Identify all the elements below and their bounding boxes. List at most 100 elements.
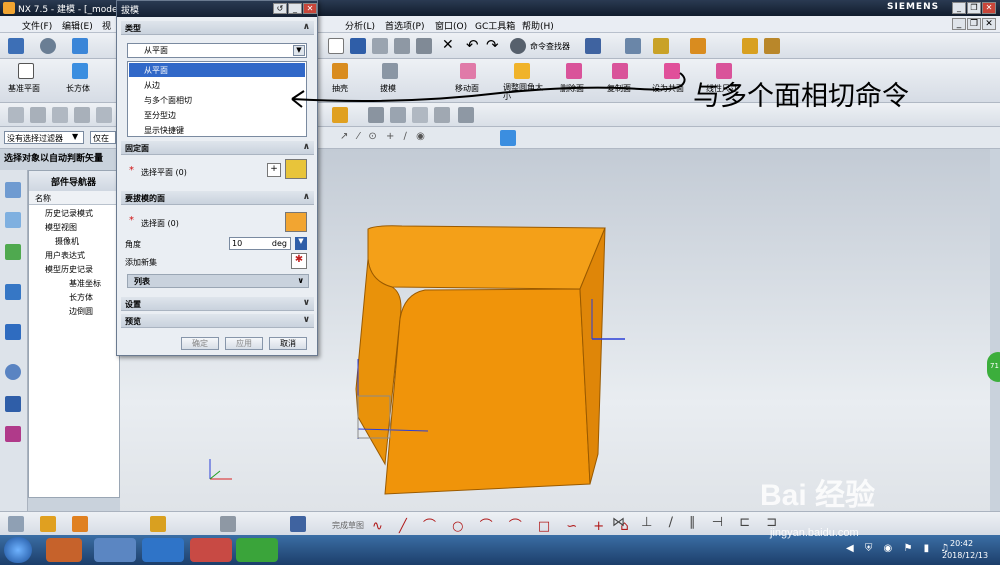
nav-row-model-history[interactable]: 模型历史记录 [45,264,93,275]
start-icon[interactable] [8,38,24,54]
delete-icon[interactable]: ✕ [442,37,454,53]
dialog-minimize-button[interactable]: _ [288,3,302,14]
roles-icon[interactable] [5,426,21,442]
menu-preferences[interactable]: 首选项(P) [385,19,424,32]
menu-help[interactable]: 帮助(H) [522,19,554,32]
block-label[interactable]: 长方体 [66,83,90,94]
doc-restore-button[interactable]: ❐ [967,18,981,30]
cancel-button[interactable]: 取消 [269,337,307,350]
curve-icon-3[interactable] [52,107,68,123]
navigator-name-column[interactable]: 名称 [29,191,119,205]
cube-select-icon[interactable] [500,130,516,146]
paste-icon[interactable] [416,38,432,54]
dialog-reset-button[interactable]: ↺ [273,3,287,14]
menu-analysis[interactable]: 分析(L) [345,19,375,32]
option-from-plane[interactable]: 从平面 [129,63,305,77]
sketch-icon-5[interactable] [220,516,236,532]
taskbar-app-sogou[interactable] [142,538,184,562]
history-icon[interactable] [5,364,21,380]
minimize-button[interactable]: _ [952,2,966,14]
doc-minimize-button[interactable]: _ [952,18,966,30]
new-file-icon[interactable] [328,38,344,54]
option-show-shortcuts[interactable]: 显示快捷键 [129,123,305,137]
command-finder-icon[interactable] [510,38,526,54]
type-select[interactable]: 从平面 ▼ [127,43,307,58]
menu-view[interactable]: 视 [102,19,111,32]
cut-icon[interactable] [372,38,388,54]
datum-plane-icon[interactable] [18,63,34,79]
snap-icons[interactable]: ↗ ⁄ ⊙ + ∕ ◉ [340,131,428,142]
save-icon[interactable] [350,38,366,54]
faces-section-header[interactable]: 要拔模的面 ∧ [121,191,314,205]
taskbar-app-1[interactable] [46,538,82,562]
fixed-face-section-header[interactable]: 固定面 ∧ [121,141,314,155]
option-to-parting-edges[interactable]: 至分型边 [129,108,305,122]
curve-icon-4[interactable] [74,107,90,123]
taskbar-app-nx[interactable] [190,538,232,562]
sketch-icon-1[interactable] [8,516,24,532]
command-finder-label[interactable]: 命令查找器 [530,41,570,52]
assembly-navigator-icon[interactable] [5,182,21,198]
menu-file[interactable]: 文件(F) [22,19,52,32]
sketch-icon-3[interactable] [72,516,88,532]
block-icon[interactable] [72,63,88,79]
filter-dropdown-icon[interactable]: ▼ [72,132,78,141]
settings-section-header[interactable]: 设置 ∨ [121,297,314,311]
start-button[interactable] [4,537,32,563]
measure-icon[interactable] [742,38,758,54]
dropdown-arrow-icon[interactable]: ▼ [293,45,305,56]
nav-row-datum-csys[interactable]: 基准坐标 [69,278,101,289]
select-face-icon[interactable] [285,212,307,232]
menu-window[interactable]: 窗口(O) [435,19,467,32]
redo-icon[interactable]: ↷ [486,36,499,54]
restore-button[interactable]: ❐ [967,2,981,14]
curve-icon-1[interactable] [8,107,24,123]
list-subsection[interactable]: 列表 ∨ [127,274,309,288]
selection-icon[interactable] [585,38,601,54]
close-button[interactable]: ✕ [982,2,996,14]
finish-sketch-label[interactable]: 完成草图 [332,520,364,531]
option-from-edges[interactable]: 从边 [129,78,305,92]
copy-icon[interactable] [394,38,410,54]
taskbar-app-browser[interactable] [236,538,278,562]
doc-close-button[interactable]: ✕ [982,18,996,30]
system-materials-icon[interactable] [5,396,21,412]
constraint-navigator-icon[interactable] [5,212,21,228]
preview-section-header[interactable]: 预览 ∨ [121,314,314,328]
type-section-header[interactable]: 类型 ∧ [121,21,314,35]
undo-icon[interactable]: ↶ [466,36,479,54]
nav-row-block[interactable]: 长方体 [69,292,93,303]
nav-row-history-mode[interactable]: 历史记录模式 [45,208,93,219]
nav-row-cameras[interactable]: 摄像机 [55,236,79,247]
sketch-icon-4[interactable] [150,516,166,532]
select-plane-label[interactable]: 选择平面 (0) [141,167,187,178]
ruler-icon[interactable] [764,38,780,54]
angle-input[interactable]: 10 deg [229,237,291,250]
scope-filter[interactable]: 仅在 [90,131,116,144]
web-browser-icon[interactable] [5,324,21,340]
add-new-set-icon[interactable]: ✱ [291,253,307,269]
datum-plane-label[interactable]: 基准平面 [8,83,40,94]
sketch-icon-6[interactable] [290,516,306,532]
ok-button[interactable]: 确定 [181,337,219,350]
curve-icon-2[interactable] [30,107,46,123]
nav-row-model-views[interactable]: 模型视图 [45,222,77,233]
sketch-constraint-icons[interactable]: ⋈ ⊥ ∕ ∥ ⊣ ⊏ ⊐ [612,515,783,530]
nav-row-user-expressions[interactable]: 用户表达式 [45,250,85,261]
side-badge[interactable]: 71 [987,352,1000,382]
select-face-label[interactable]: 选择面 (0) [141,218,179,229]
select-plane-icon[interactable] [285,159,307,179]
sketch-curve-icons[interactable]: ∿ ╱ ⌒ ○ ⌒ ⌒ □ ∽ + ⌂ [372,515,635,534]
apply-button[interactable]: 应用 [225,337,263,350]
taskbar-app-paint[interactable] [94,538,136,562]
angle-menu-icon[interactable]: ▼ [295,237,307,250]
sketch-icon-2[interactable] [40,516,56,532]
menu-edit[interactable]: 编辑(E) [62,19,93,32]
coordinate-icon[interactable] [653,38,669,54]
menu-gc-toolbox[interactable]: GC工具箱 [475,19,515,32]
curve-icon-5[interactable] [96,107,112,123]
option-tangent-to-faces[interactable]: 与多个面相切 [129,93,305,107]
layer-icon[interactable] [625,38,641,54]
dialog-close-button[interactable]: ✕ [303,3,317,14]
analysis-icon[interactable] [690,38,706,54]
